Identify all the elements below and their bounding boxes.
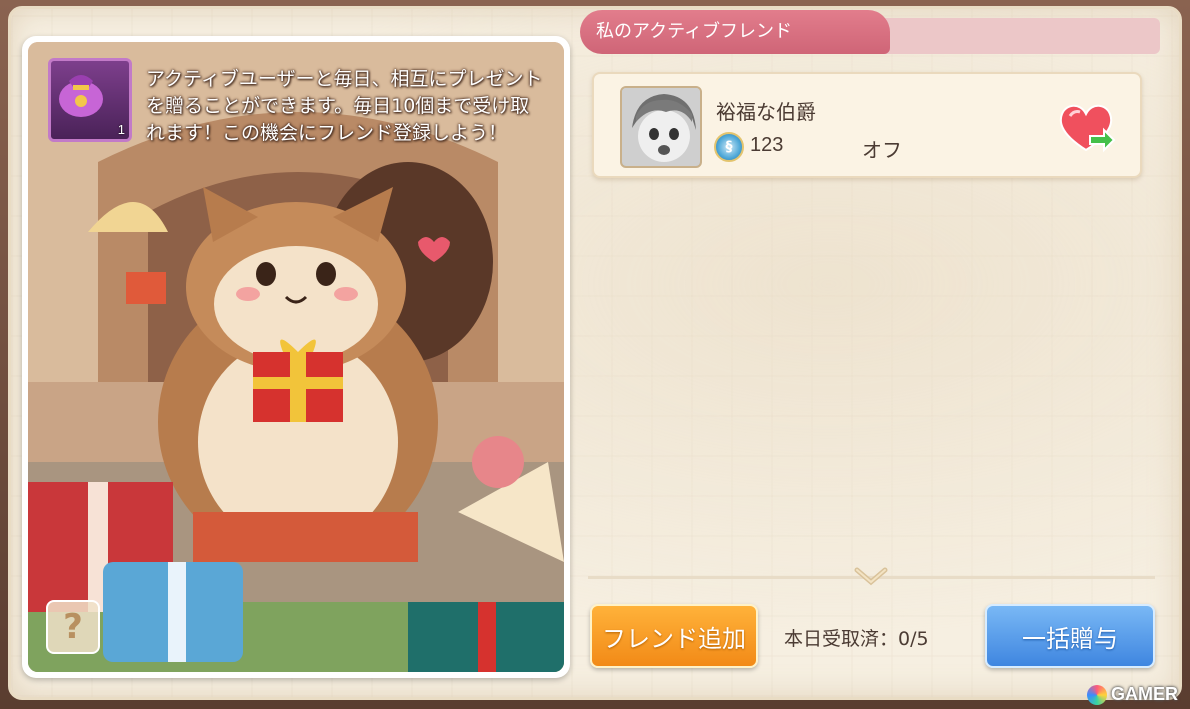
avatar-portrait bbox=[622, 88, 700, 166]
gift-bag-icon bbox=[59, 75, 103, 117]
friend-name: 裕福な伯爵 bbox=[716, 100, 816, 124]
gamer-watermark: GAMER bbox=[1087, 684, 1178, 705]
gamer-logo-icon bbox=[1087, 684, 1107, 705]
question-icon: ? bbox=[63, 607, 83, 647]
watermark-text: GAMER bbox=[1111, 684, 1178, 704]
friend-status: オフ bbox=[862, 138, 902, 162]
help-button[interactable]: ? bbox=[46, 600, 100, 654]
rank-icon: § bbox=[714, 132, 744, 162]
item-count: 1 bbox=[117, 122, 125, 137]
received-today-counter: 本日受取済：0/5 bbox=[784, 628, 929, 650]
send-heart-icon[interactable] bbox=[1056, 100, 1116, 156]
friend-level: 123 bbox=[750, 134, 784, 156]
chevron-down-icon[interactable] bbox=[854, 566, 888, 588]
friend-avatar[interactable] bbox=[620, 86, 702, 168]
friend-list[interactable]: 裕福な伯爵 § 123 オフ bbox=[588, 64, 1155, 584]
illustration-panel: 1 アクティブユーザーと毎日、相互にプレゼントを贈ることができます。毎日10個ま… bbox=[22, 36, 570, 678]
gift-all-button[interactable]: 一括贈与 bbox=[985, 604, 1155, 668]
add-friend-button[interactable]: フレンド追加 bbox=[590, 604, 758, 668]
gift-bag-item[interactable]: 1 bbox=[48, 58, 132, 142]
friend-card[interactable]: 裕福な伯爵 § 123 オフ bbox=[592, 72, 1142, 178]
illustration: 1 アクティブユーザーと毎日、相互にプレゼントを贈ることができます。毎日10個ま… bbox=[28, 42, 564, 672]
panel-title: 私のアクティブフレンド bbox=[580, 10, 890, 54]
intro-description: アクティブユーザーと毎日、相互にプレゼントを贈ることができます。毎日10個まで受… bbox=[146, 68, 543, 144]
intro-section: 1 アクティブユーザーと毎日、相互にプレゼントを贈ることができます。毎日10個ま… bbox=[48, 58, 558, 178]
